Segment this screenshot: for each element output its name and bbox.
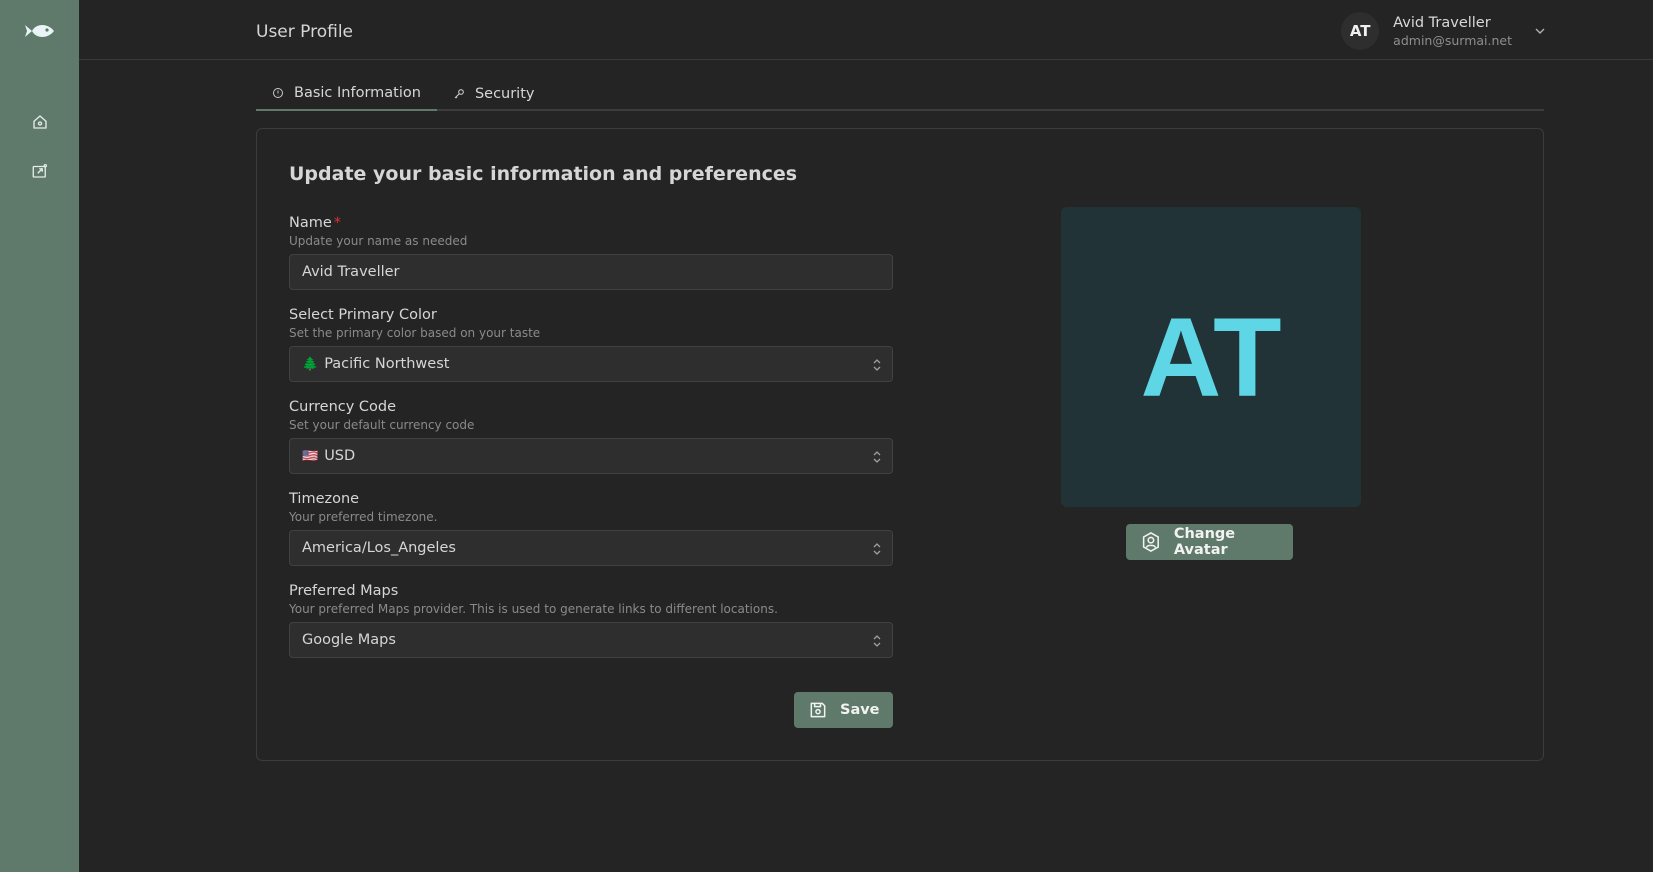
save-button[interactable]: Save [794,692,893,728]
profile-card: Update your basic information and prefer… [256,128,1544,761]
change-avatar-button[interactable]: Change Avatar [1126,524,1293,560]
user-circle-icon [1142,532,1159,552]
user-menu[interactable]: AT Avid Traveller admin@surmai.net [1341,12,1546,50]
select-caret-icon [873,635,881,647]
field-label: Select Primary Color [289,307,437,323]
card-title: Update your basic information and prefer… [289,163,798,185]
save-icon [810,702,826,718]
field-description: Your preferred Maps provider. This is us… [289,602,778,616]
user-info: Avid Traveller admin@surmai.net [1393,15,1512,48]
header: User Profile AT Avid Traveller admin@sur… [79,0,1653,60]
home-icon[interactable] [20,102,60,142]
tab-label: Security [474,85,535,102]
page-title: User Profile [256,22,354,42]
field-label: Preferred Maps [289,583,399,599]
timezone-field-group: Timezone Your preferred timezone. Americ… [289,491,893,566]
fish-logo-icon[interactable] [23,18,57,44]
sidebar [0,0,79,872]
name-input[interactable]: Avid Traveller [289,254,893,290]
select-caret-icon [873,451,881,463]
timezone-select[interactable]: America/Los_Angeles [289,530,893,566]
tree-icon: 🌲 [302,356,319,372]
maps-select[interactable]: Google Maps [289,622,893,658]
user-name: Avid Traveller [1393,14,1491,31]
avatar-preview: AT [1061,207,1361,507]
field-description: Your preferred timezone. [289,510,438,524]
field-label: Currency Code [289,399,397,415]
currency-select[interactable]: 🇺🇸 USD [289,438,893,474]
field-label: Timezone [289,491,360,507]
avatar: AT [1341,12,1380,50]
user-email: admin@surmai.net [1393,32,1512,48]
currency-field-group: Currency Code Set your default currency … [289,399,893,474]
field-description: Update your name as needed [289,234,468,248]
tab-basic-information[interactable]: Basic Information [256,76,437,111]
tab-label: Basic Information [294,84,421,101]
field-description: Set your default currency code [289,418,475,432]
primary-color-field-group: Select Primary Color Set the primary col… [289,307,893,382]
primary-color-select[interactable]: 🌲 Pacific Northwest [289,346,893,382]
tab-security[interactable]: Security [437,76,551,111]
field-description: Set the primary color based on your tast… [289,326,541,340]
chevron-down-icon [1534,25,1546,37]
select-caret-icon [873,359,881,371]
maps-field-group: Preferred Maps Your preferred Maps provi… [289,583,893,658]
field-label: Name * [289,215,342,231]
tab-list: Basic Information Security [256,76,1544,111]
key-icon [454,88,464,98]
select-caret-icon [873,543,881,555]
required-marker: * [333,215,342,231]
trips-icon[interactable] [20,151,60,191]
us-flag-icon: 🇺🇸 [302,448,319,464]
name-field-group: Name * Update your name as needed Avid Tr… [289,215,893,290]
info-icon [273,87,283,98]
